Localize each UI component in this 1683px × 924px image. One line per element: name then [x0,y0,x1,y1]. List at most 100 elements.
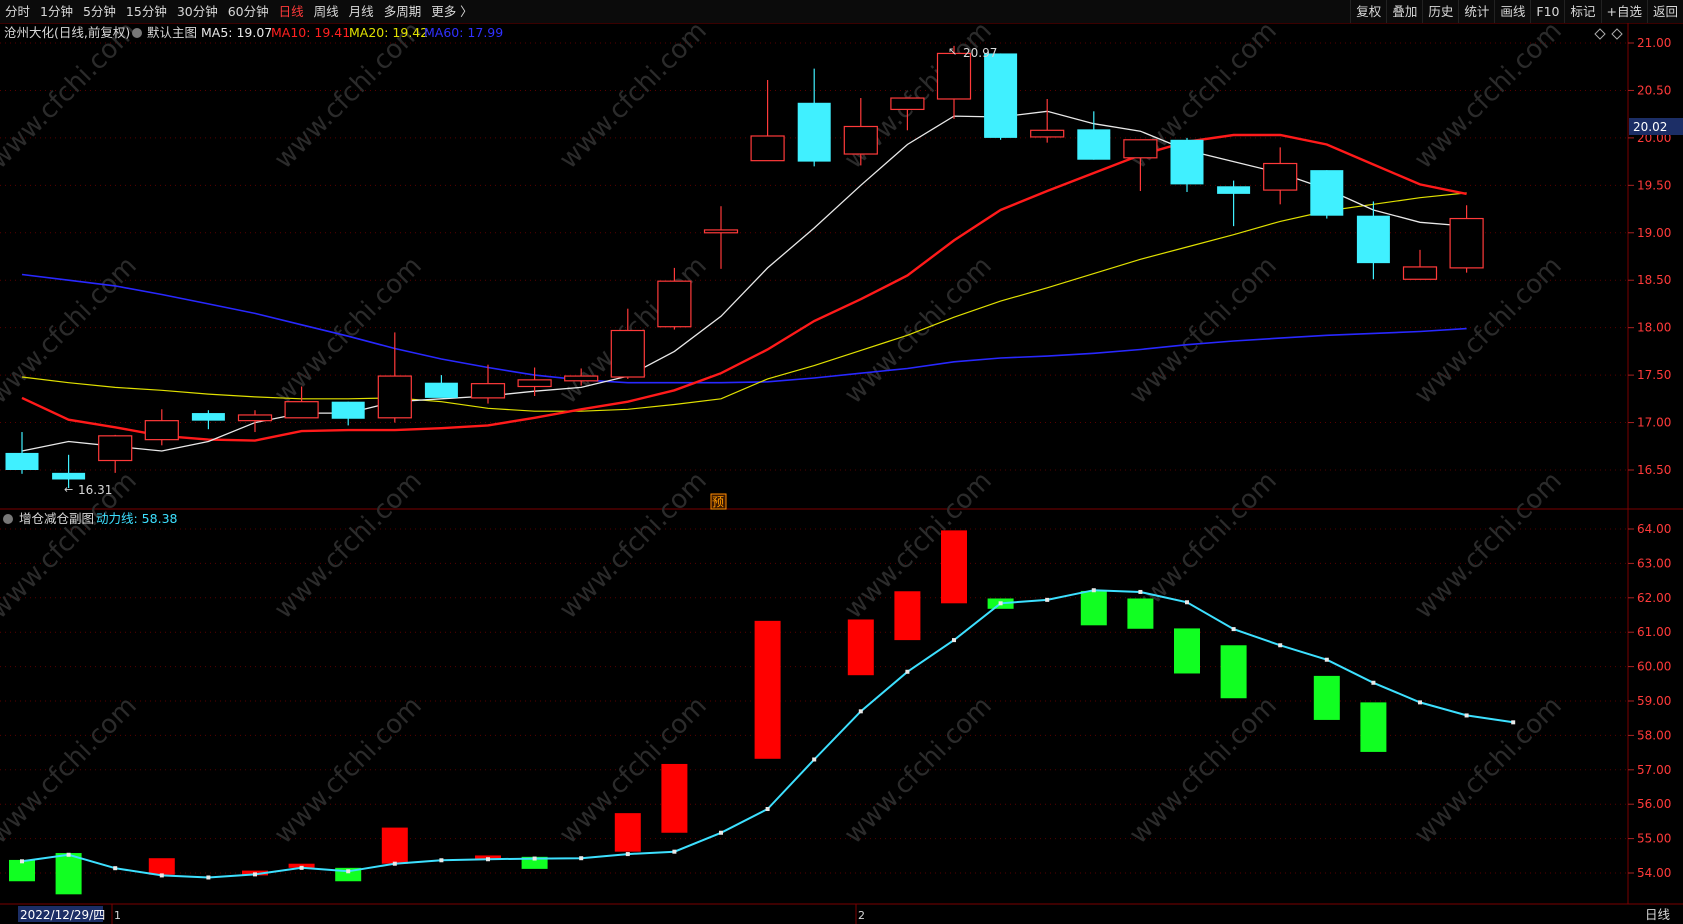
indicator-name: 默认主图 [147,25,197,40]
watermark-text: www.cfchi.com [1409,466,1568,625]
power-bar-green [1360,702,1387,752]
low-marker-arrow: ← [64,483,73,496]
ma20-label: MA20: 19.42 [349,25,428,40]
expand-diamond-icon[interactable] [1594,28,1606,40]
power-line-point [858,709,863,714]
sub-tick-label: 60.00 [1637,660,1671,674]
candle-up [564,375,599,382]
candle-up [657,280,692,328]
candle-up [890,97,925,111]
ma60-label: MA60: 17.99 [424,25,503,40]
candle-up [1402,266,1438,280]
watermark-text: www.cfchi.com [1124,691,1283,850]
price-tick-label: 16.50 [1637,463,1671,477]
sub-tick-label: 62.00 [1637,591,1671,605]
ma10-label: MA10: 19.41 [271,25,350,40]
power-line-point [1511,720,1516,725]
watermark-text: www.cfchi.com [839,691,998,850]
power-line-point [1464,713,1469,718]
candle-down [424,382,458,398]
candle-down [797,102,831,162]
power-bar-red [381,827,408,864]
candle-down [1217,186,1251,194]
candle-up [377,375,412,419]
candle-up [703,229,739,234]
candle-down [984,53,1018,138]
power-line-point [299,865,304,870]
power-bar-green [1174,628,1200,674]
power-line-point [1324,657,1329,662]
power-bar-red [847,619,874,676]
power-line-point [812,757,817,762]
power-line-point [532,856,537,861]
candle-up [284,401,319,419]
candle-up [144,420,179,441]
power-bar-red [148,858,175,875]
sub-settings-icon[interactable] [3,514,13,524]
candle-up [1263,162,1298,191]
candle-up [1030,129,1065,138]
power-bar-green [1127,598,1154,629]
low-marker-label: 16.31 [78,483,112,497]
power-bar-red [894,591,921,641]
power-line-point [765,807,770,812]
candle-up [750,135,785,162]
candle-down [191,413,225,421]
watermark-text: www.cfchi.com [554,466,713,625]
price-tick-label: 20.50 [1637,83,1671,97]
candle-down [1310,170,1344,216]
sub-tick-label: 54.00 [1637,866,1671,880]
power-line-point [905,669,910,674]
power-bar-green [1313,675,1340,720]
power-line-point [1278,643,1283,648]
power-bar-green [55,853,82,895]
sub-tick-label: 64.00 [1637,522,1671,536]
sub-layer [9,530,1516,895]
date-label: 2022/12/29/四 [20,908,105,922]
power-line-point [952,638,956,643]
candle-up [1449,217,1484,269]
high-marker-arrow: ↖ [948,45,957,58]
candle-down [52,472,86,480]
power-line-point [625,852,630,857]
candle-up [843,125,878,155]
watermark-text: www.cfchi.com [839,251,998,410]
sub-tick-label: 59.00 [1637,694,1671,708]
power-bar-green [1220,645,1247,699]
candle-up [1123,139,1158,159]
period-label: 日线 [1645,907,1671,922]
month-marker-1: 1 [114,909,121,922]
power-line-point [1091,588,1096,593]
power-line-point [486,857,490,862]
watermark-text: www.cfchi.com [269,466,428,625]
power-line-point [1138,589,1143,594]
power-line-point [206,875,211,880]
price-tick-label: 19.00 [1637,226,1671,240]
candle-up [610,329,645,378]
watermark-text: www.cfchi.com [1409,691,1568,850]
sub-tick-label: 57.00 [1637,763,1671,777]
sub-tick-label: 61.00 [1637,625,1671,639]
power-line-point [998,601,1003,606]
power-line-point [346,869,351,874]
power-line-point [113,866,118,871]
price-tick-label: 19.50 [1637,178,1671,192]
power-line-point [1045,597,1050,602]
watermark-text: www.cfchi.com [1124,251,1283,410]
status-bar: 2022/12/29/四 1 2 日线 [18,904,1671,924]
sub-tick-label: 56.00 [1637,797,1671,811]
sub-tick-label: 55.00 [1637,832,1671,846]
axis-layer: 21.0020.5020.0019.5019.0018.5018.0017.50… [1628,36,1671,880]
candle-up [936,52,972,100]
price-tick-label: 17.50 [1637,368,1671,382]
candle-up [237,414,273,422]
power-line-point [20,859,24,864]
power-line-point [253,872,257,877]
stock-title: 沧州大化(日线,前复权) [4,25,130,40]
candle-up [470,383,506,399]
indicator-settings-icon[interactable] [132,28,142,38]
power-line-point [66,852,71,857]
power-line-point [719,830,723,835]
price-tick-label: 21.00 [1637,36,1671,50]
collapse-diamond-icon[interactable] [1611,28,1623,40]
